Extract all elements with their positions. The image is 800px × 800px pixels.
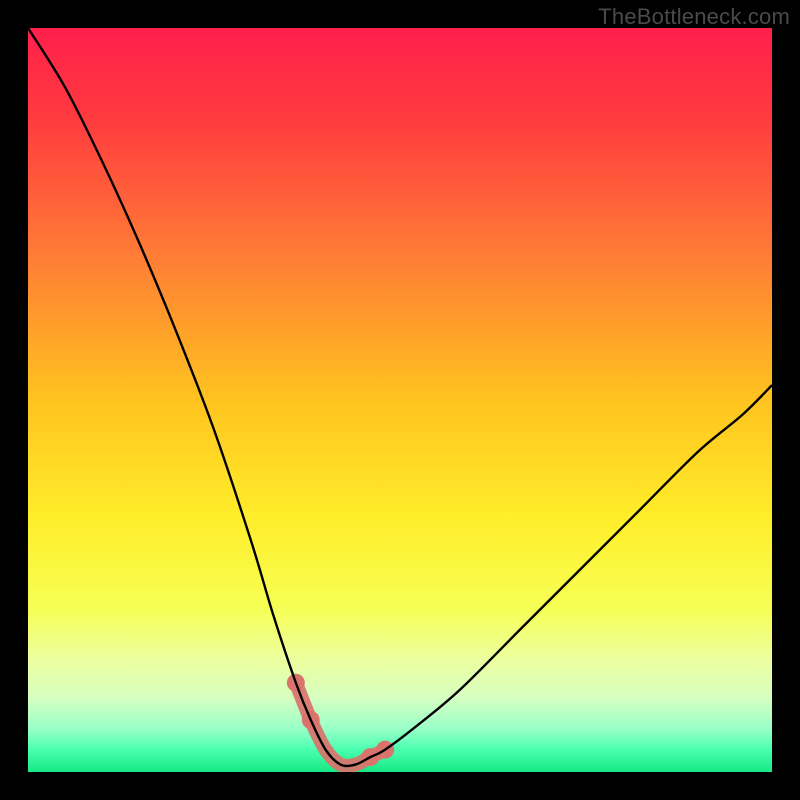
gradient-background [28, 28, 772, 772]
watermark-text: TheBottleneck.com [598, 4, 790, 30]
bottleneck-chart [0, 0, 800, 800]
chart-frame: TheBottleneck.com [0, 0, 800, 800]
